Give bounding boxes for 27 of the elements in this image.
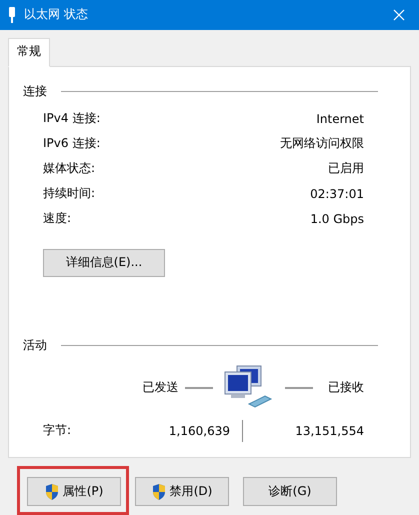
- section-heading: 连接: [23, 82, 47, 100]
- field-value: Internet: [316, 112, 364, 126]
- field-value: 02:37:01: [310, 186, 364, 201]
- bytes-received: 13,151,554: [294, 424, 364, 438]
- shield-icon: [152, 484, 166, 500]
- field-label: IPv6 连接:: [43, 135, 100, 152]
- sent-label: 已发送: [142, 379, 178, 396]
- shield-icon: [44, 484, 59, 500]
- field-label: 持续时间:: [43, 185, 96, 202]
- bytes-sent: 1,160,639: [168, 424, 230, 438]
- field-label: IPv4 连接:: [43, 110, 100, 128]
- close-icon[interactable]: [393, 8, 405, 21]
- section-heading: 活动: [23, 336, 47, 354]
- tab[interactable]: 常规: [8, 38, 50, 67]
- details-button[interactable]: 详细信息(E)...: [43, 248, 165, 277]
- field-label: 速度:: [43, 210, 72, 228]
- ethernet-icon: [8, 6, 16, 23]
- action-button[interactable]: 属性(P): [27, 477, 121, 506]
- field-label: 媒体状态:: [43, 160, 96, 178]
- action-button[interactable]: 诊断(G): [243, 477, 337, 506]
- action-button[interactable]: 禁用(D): [135, 477, 229, 506]
- received-label: 已接收: [327, 379, 364, 396]
- field-value: 无网络访问权限: [280, 135, 364, 152]
- field-value: 1.0 Gbps: [310, 212, 364, 226]
- field-value: 已启用: [328, 160, 364, 178]
- bytes-label: 字节:: [43, 422, 72, 440]
- window-title: 以太网 状态: [24, 6, 89, 24]
